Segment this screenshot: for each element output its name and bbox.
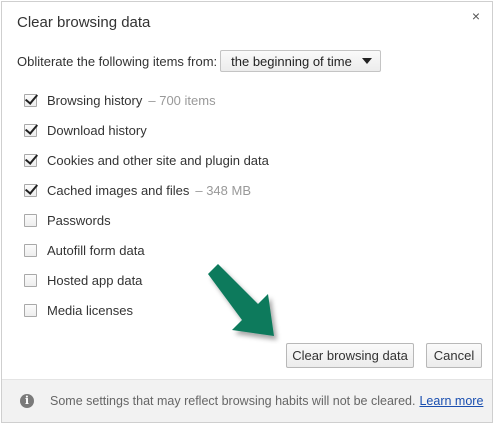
clear-browsing-data-button[interactable]: Clear browsing data [286, 343, 414, 368]
dropdown-caret-icon [361, 58, 372, 64]
checkbox-label: Autofill form data [47, 242, 145, 258]
checkbox-label: Media licenses [47, 302, 133, 318]
obliterate-row: Obliterate the following items from: the… [17, 50, 381, 72]
checkbox-row[interactable]: Cached images and files – 348 MB [24, 175, 269, 205]
time-range-value: the beginning of time [231, 53, 352, 69]
checkbox-label: Cached images and files [47, 182, 190, 198]
checkbox[interactable] [24, 303, 37, 317]
info-icon: i [20, 394, 34, 408]
learn-more-link[interactable]: Learn more [419, 394, 483, 408]
checkbox[interactable] [24, 273, 37, 287]
checkbox[interactable] [24, 90, 39, 107]
time-range-select[interactable]: the beginning of time [220, 50, 381, 72]
checkbox-label: Download history [47, 122, 147, 138]
checkmark-icon [24, 90, 39, 105]
checkbox-label: Passwords [47, 212, 111, 228]
clear-browsing-data-dialog: Clear browsing data × Obliterate the fol… [1, 1, 493, 423]
checkbox[interactable] [24, 120, 39, 137]
dialog-title: Clear browsing data [17, 14, 151, 31]
checkbox-label: Browsing history [47, 92, 143, 108]
item-count: – 348 MB [195, 182, 252, 198]
checkmark-icon [24, 180, 39, 195]
item-count: – 700 items [148, 92, 216, 108]
obliterate-label: Obliterate the following items from: [17, 53, 218, 69]
dialog-footer: i Some settings that may reflect browsin… [2, 379, 492, 422]
cancel-button[interactable]: Cancel [426, 343, 482, 368]
checkmark-icon [24, 120, 39, 135]
checkbox[interactable] [24, 150, 39, 167]
checkbox[interactable] [24, 243, 37, 257]
arrow-annotation-icon [208, 264, 274, 336]
checkbox-label: Hosted app data [47, 272, 143, 288]
checkmark-icon [24, 150, 39, 165]
close-icon[interactable]: × [468, 8, 484, 24]
checkbox-label: Cookies and other site and plugin data [47, 152, 269, 168]
checkbox-row[interactable]: Download history [24, 115, 269, 145]
checkbox-row[interactable]: Passwords [24, 205, 269, 235]
footer-note: Some settings that may reflect browsing … [50, 394, 416, 408]
checkbox[interactable] [24, 213, 37, 227]
checkbox-row[interactable]: Browsing history – 700 items [24, 85, 269, 115]
checkbox[interactable] [24, 180, 39, 197]
checkbox-row[interactable]: Cookies and other site and plugin data [24, 145, 269, 175]
